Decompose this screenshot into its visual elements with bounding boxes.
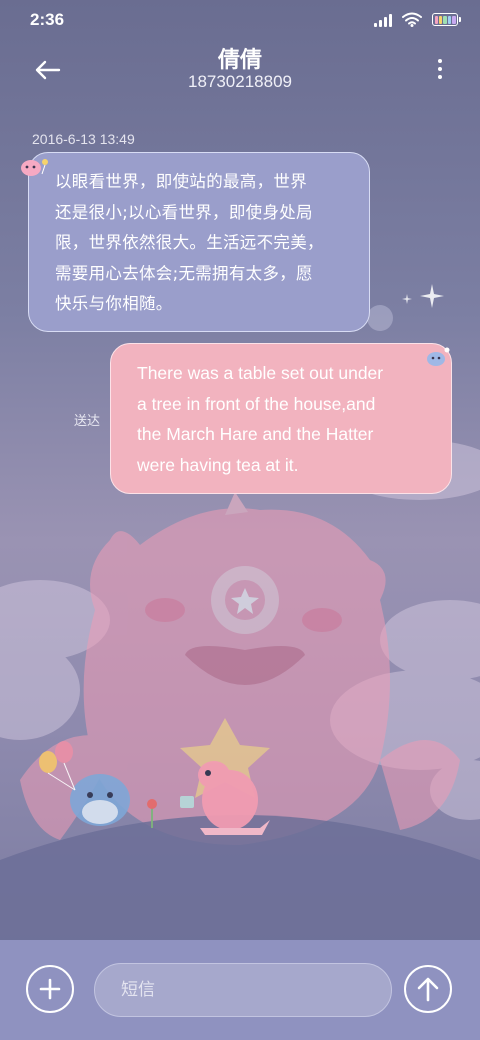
signal-icon bbox=[374, 13, 392, 27]
incoming-message-bubble[interactable]: 以眼看世界，即使站的最高，世界 还是很小;以心看世界，即使身处局 限，世界依然很… bbox=[28, 152, 370, 332]
message-timestamp: 2016-6-13 13:49 bbox=[32, 131, 135, 147]
bubble-corner-sticker-icon bbox=[21, 159, 48, 176]
wifi-icon bbox=[402, 12, 422, 27]
sparkle-icon bbox=[420, 284, 444, 308]
message-line: There was a table set out under bbox=[137, 363, 384, 383]
message-line: were having tea at it. bbox=[137, 454, 299, 475]
message-input[interactable] bbox=[94, 963, 392, 1017]
compose-bar bbox=[0, 940, 480, 1040]
status-icons bbox=[374, 12, 461, 27]
bubble-decoration-icon bbox=[367, 305, 393, 331]
message-line: 还是很小;以心看世界，即使身处局 bbox=[55, 202, 313, 222]
delivery-status: 送达 bbox=[74, 414, 101, 429]
sparkle-icon bbox=[402, 294, 412, 304]
bubble-corner-sticker-icon bbox=[427, 347, 450, 366]
message-line: 快乐与你相随。 bbox=[55, 294, 173, 313]
status-bar: 2:36 bbox=[0, 0, 480, 42]
status-time: 2:36 bbox=[30, 10, 65, 29]
contact-name: 倩倩 bbox=[217, 48, 262, 73]
arrow-up-icon bbox=[417, 977, 439, 1002]
message-line: 限，世界依然很大。生活远不完美， bbox=[55, 233, 324, 252]
more-options-button[interactable] bbox=[430, 54, 450, 84]
message-line: 需要用心去体会;无需拥有太多，愿 bbox=[55, 263, 313, 283]
add-attachment-button[interactable] bbox=[26, 965, 74, 1013]
plus-icon bbox=[39, 978, 61, 1000]
battery-icon bbox=[432, 13, 461, 26]
message-line: 以眼看世界，即使站的最高，世界 bbox=[55, 172, 307, 191]
contact-number: 18730218809 bbox=[187, 72, 292, 91]
conversation-header: 倩倩 18730218809 bbox=[0, 42, 480, 98]
more-vertical-icon bbox=[438, 59, 442, 63]
outgoing-message-bubble[interactable]: There was a table set out under a tree i… bbox=[110, 343, 452, 494]
message-line: the March Hare and the Hatter bbox=[137, 424, 374, 444]
send-button[interactable] bbox=[404, 965, 452, 1013]
message-line: a tree in front of the house,and bbox=[137, 393, 376, 414]
